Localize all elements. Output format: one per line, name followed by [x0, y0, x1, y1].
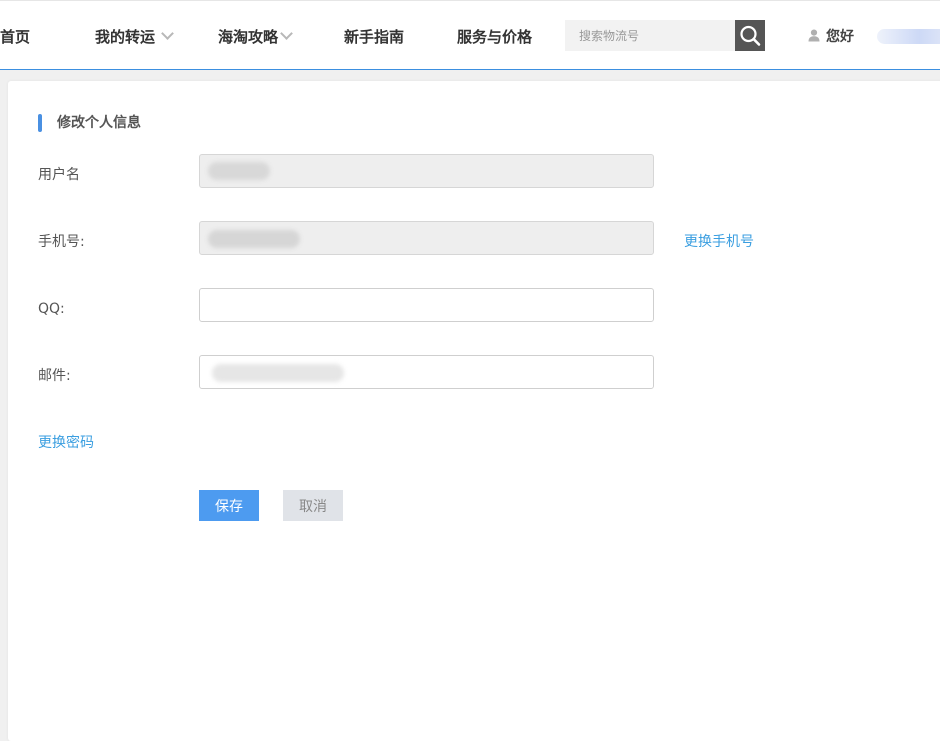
save-button[interactable]: 保存 [199, 490, 259, 521]
change-password-link[interactable]: 更换密码 [38, 433, 94, 453]
nav-newbie-guide[interactable]: 新手指南 [344, 27, 404, 47]
username-redacted [208, 162, 270, 180]
user-greeting-text: 您好 [826, 29, 854, 45]
email-input[interactable] [199, 355, 654, 389]
section-title: 修改个人信息 [57, 115, 141, 131]
user-icon [808, 29, 820, 41]
chevron-down-icon [280, 27, 293, 40]
top-header: 首页 我的转运 海淘攻略 新手指南 服务与价格 您好 [0, 0, 940, 70]
search-input[interactable] [565, 20, 735, 51]
nav-home-label: 首页 [0, 28, 31, 46]
cancel-button[interactable]: 取消 [283, 490, 343, 521]
nav-home[interactable]: 首页 [0, 27, 30, 47]
user-greeting[interactable]: 您好 [808, 27, 854, 47]
search-icon [740, 25, 761, 46]
profile-panel: 修改个人信息 用户名 手机号: 更换手机号 QQ: 邮件: 更换密码 保存 取消 [8, 81, 940, 741]
nav-haitao-guide-label: 海淘攻略 [218, 28, 279, 46]
nav-haitao-guide[interactable]: 海淘攻略 [218, 27, 293, 47]
change-phone-link[interactable]: 更换手机号 [684, 232, 754, 252]
search-button[interactable] [735, 20, 765, 51]
chevron-down-icon [161, 27, 174, 40]
email-label: 邮件: [38, 368, 71, 384]
qq-input[interactable] [199, 288, 654, 322]
username-badge[interactable] [877, 29, 940, 44]
phone-field [199, 221, 654, 255]
nav-service-price[interactable]: 服务与价格 [457, 27, 532, 47]
nav-newbie-guide-label: 新手指南 [344, 28, 405, 46]
nav-service-price-label: 服务与价格 [457, 28, 533, 46]
phone-label: 手机号: [38, 234, 85, 250]
section-accent-bar [38, 114, 42, 132]
username-field [199, 154, 654, 188]
search-box [565, 20, 765, 51]
email-redacted [212, 364, 344, 382]
qq-label: QQ: [38, 301, 65, 317]
phone-redacted [208, 230, 300, 248]
nav-my-forwarding-label: 我的转运 [95, 28, 156, 46]
nav-my-forwarding[interactable]: 我的转运 [95, 27, 174, 47]
username-label: 用户名 [38, 167, 80, 183]
